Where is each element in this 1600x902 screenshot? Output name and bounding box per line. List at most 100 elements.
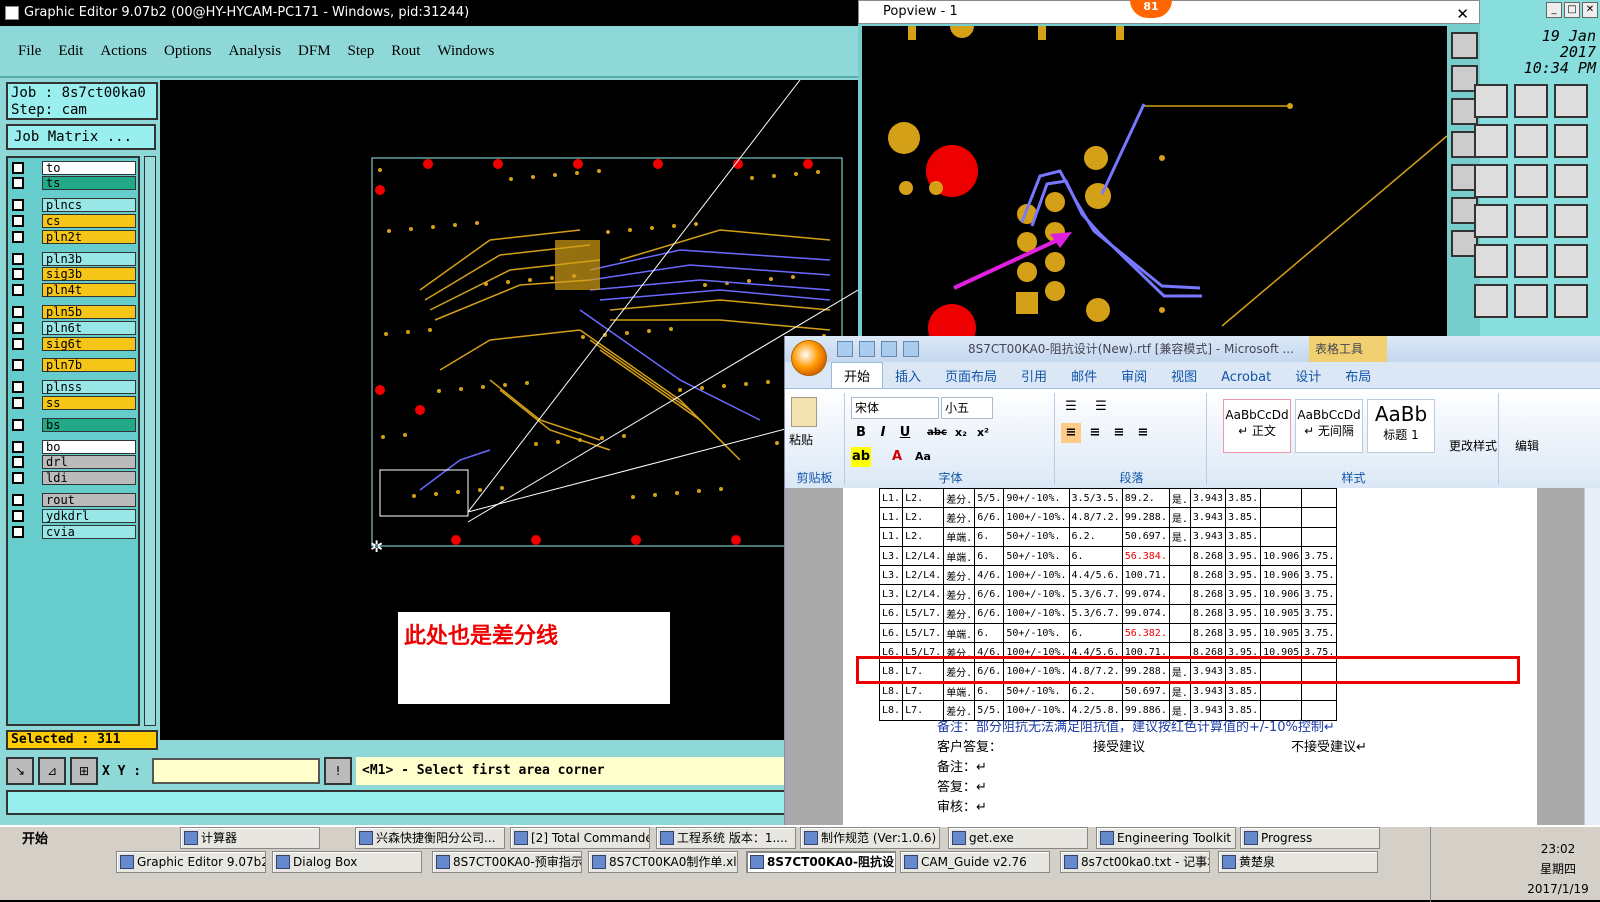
strikethrough-icon[interactable]: abc: [927, 423, 947, 443]
layer-checkbox[interactable]: [12, 509, 24, 522]
tool-button-2[interactable]: [1514, 84, 1548, 118]
table-cell[interactable]: 6/6.: [974, 584, 1005, 605]
table-cell[interactable]: 10.906: [1260, 584, 1303, 605]
layer-name[interactable]: pln3b: [42, 251, 136, 266]
layer-name[interactable]: ldi: [42, 471, 136, 486]
minimize-icon[interactable]: _: [1546, 2, 1562, 18]
taskbar-item[interactable]: 8S7CT00KA0-预审指示...: [432, 851, 582, 873]
layer-scrollbar[interactable]: [144, 156, 156, 726]
taskbar-item[interactable]: Progress: [1240, 827, 1380, 849]
tool-button-17[interactable]: [1514, 284, 1548, 318]
table-cell[interactable]: 8.268: [1189, 565, 1227, 586]
table-cell[interactable]: L2/L4.: [902, 565, 945, 586]
layer-row-sig6t[interactable]: sig6t: [12, 336, 136, 351]
table-cell[interactable]: L2.: [902, 526, 945, 547]
table-cell[interactable]: 3.95.: [1224, 565, 1262, 586]
table-cell[interactable]: 50+/-10%.: [1003, 545, 1070, 567]
table-cell[interactable]: L2/L4.: [902, 584, 945, 605]
tool-button-13[interactable]: [1474, 244, 1508, 278]
layer-name[interactable]: bo: [42, 439, 136, 454]
layer-checkbox[interactable]: [12, 214, 24, 227]
redo-icon[interactable]: [859, 341, 875, 357]
tool-button-12[interactable]: [1554, 204, 1588, 238]
layer-row-plncs[interactable]: plncs: [12, 198, 136, 213]
start-button[interactable]: 开始: [2, 829, 62, 851]
table-cell[interactable]: 99.074.: [1121, 584, 1170, 605]
table-cell[interactable]: L1.: [878, 488, 904, 509]
tool-button-1[interactable]: [1474, 84, 1508, 118]
table-cell[interactable]: L6.: [878, 623, 904, 644]
layer-row-pln7b[interactable]: pln7b: [12, 358, 136, 373]
table-cell[interactable]: [1168, 623, 1191, 644]
table-cell[interactable]: L6.: [878, 603, 904, 625]
table-cell[interactable]: 6.: [974, 526, 1005, 547]
style-no-spacing[interactable]: AaBbCcDd ↵ 无间隔: [1295, 399, 1363, 453]
fit-view-icon[interactable]: [1451, 32, 1478, 59]
table-cell[interactable]: 3.5/3.5.: [1068, 488, 1123, 509]
popview-canvas[interactable]: [862, 26, 1447, 340]
italic-icon[interactable]: I: [873, 423, 893, 443]
layer-row-ss[interactable]: ss: [12, 395, 136, 410]
layer-checkbox[interactable]: [12, 199, 24, 212]
table-cell[interactable]: 差分.: [943, 565, 976, 586]
layer-row-cs[interactable]: cs: [12, 213, 136, 228]
table-cell[interactable]: L5/L7.: [902, 603, 945, 625]
open-icon[interactable]: [903, 341, 919, 357]
table-cell[interactable]: 100+/-10%.: [1003, 584, 1070, 605]
table-cell[interactable]: 6.2.: [1068, 680, 1123, 702]
edit-button[interactable]: 编辑: [1515, 437, 1539, 454]
layer-row-ldi[interactable]: ldi: [12, 471, 136, 486]
tool-button-10[interactable]: [1474, 204, 1508, 238]
table-cell[interactable]: 6.: [1068, 623, 1123, 644]
layer-checkbox[interactable]: [12, 381, 24, 394]
table-cell[interactable]: L2/L4.: [902, 545, 945, 567]
tool-button-3[interactable]: [1554, 84, 1588, 118]
table-cell[interactable]: [1301, 526, 1338, 547]
change-case-icon[interactable]: Aa: [913, 447, 933, 467]
style-normal[interactable]: AaBbCcDd ↵ 正文: [1223, 399, 1291, 453]
layer-checkbox[interactable]: [12, 230, 24, 243]
layer-checkbox[interactable]: [12, 396, 24, 409]
underline-icon[interactable]: U: [895, 423, 915, 443]
menu-options[interactable]: Options: [164, 43, 212, 60]
table-cell[interactable]: 3.75.: [1301, 603, 1338, 625]
table-cell[interactable]: L3.: [878, 565, 904, 586]
layer-name[interactable]: rout: [42, 492, 136, 507]
layer-name[interactable]: cs: [42, 213, 136, 228]
menu-actions[interactable]: Actions: [100, 43, 147, 60]
layer-checkbox[interactable]: [12, 337, 24, 350]
font-name-select[interactable]: 宋体: [851, 397, 939, 419]
layer-row-bs[interactable]: bs: [12, 417, 136, 432]
taskbar-item[interactable]: Dialog Box: [272, 851, 422, 873]
menu-dfm[interactable]: DFM: [298, 43, 331, 60]
tab-view[interactable]: 视图: [1159, 363, 1209, 388]
tab-design[interactable]: 设计: [1283, 363, 1333, 388]
menu-analysis[interactable]: Analysis: [229, 43, 282, 60]
table-cell[interactable]: L3.: [878, 545, 904, 567]
layer-name[interactable]: pln4t: [42, 283, 136, 298]
table-cell[interactable]: [1260, 488, 1303, 509]
word-scrollbar[interactable]: [1584, 488, 1600, 825]
table-cell[interactable]: 6.2.: [1068, 526, 1123, 547]
office-button-icon[interactable]: [791, 340, 827, 376]
tool-button-14[interactable]: [1514, 244, 1548, 278]
taskbar-item[interactable]: Graphic Editor 9.07b2 (0...: [116, 851, 266, 873]
table-cell[interactable]: 差分.: [943, 603, 976, 625]
layer-name[interactable]: bs: [42, 417, 136, 432]
alert-icon[interactable]: !: [324, 757, 352, 785]
table-cell[interactable]: 单端.: [943, 623, 976, 644]
table-cell[interactable]: [1168, 545, 1191, 567]
table-cell[interactable]: 5/5.: [974, 488, 1005, 509]
table-cell[interactable]: 单端.: [943, 680, 976, 702]
layer-row-pln3b[interactable]: pln3b: [12, 251, 136, 266]
layer-checkbox[interactable]: [12, 418, 24, 431]
zoom-tool-icon[interactable]: ↘: [6, 757, 34, 785]
layer-row-ts[interactable]: ts: [12, 176, 136, 191]
font-size-select[interactable]: 小五: [941, 397, 993, 419]
table-cell[interactable]: L8.: [878, 700, 904, 721]
table-cell[interactable]: 5.3/6.7.: [1068, 584, 1123, 605]
layer-name[interactable]: to: [42, 160, 136, 175]
table-cell[interactable]: 单端.: [943, 526, 976, 547]
undo-icon[interactable]: [837, 341, 853, 357]
tool-button-16[interactable]: [1474, 284, 1508, 318]
